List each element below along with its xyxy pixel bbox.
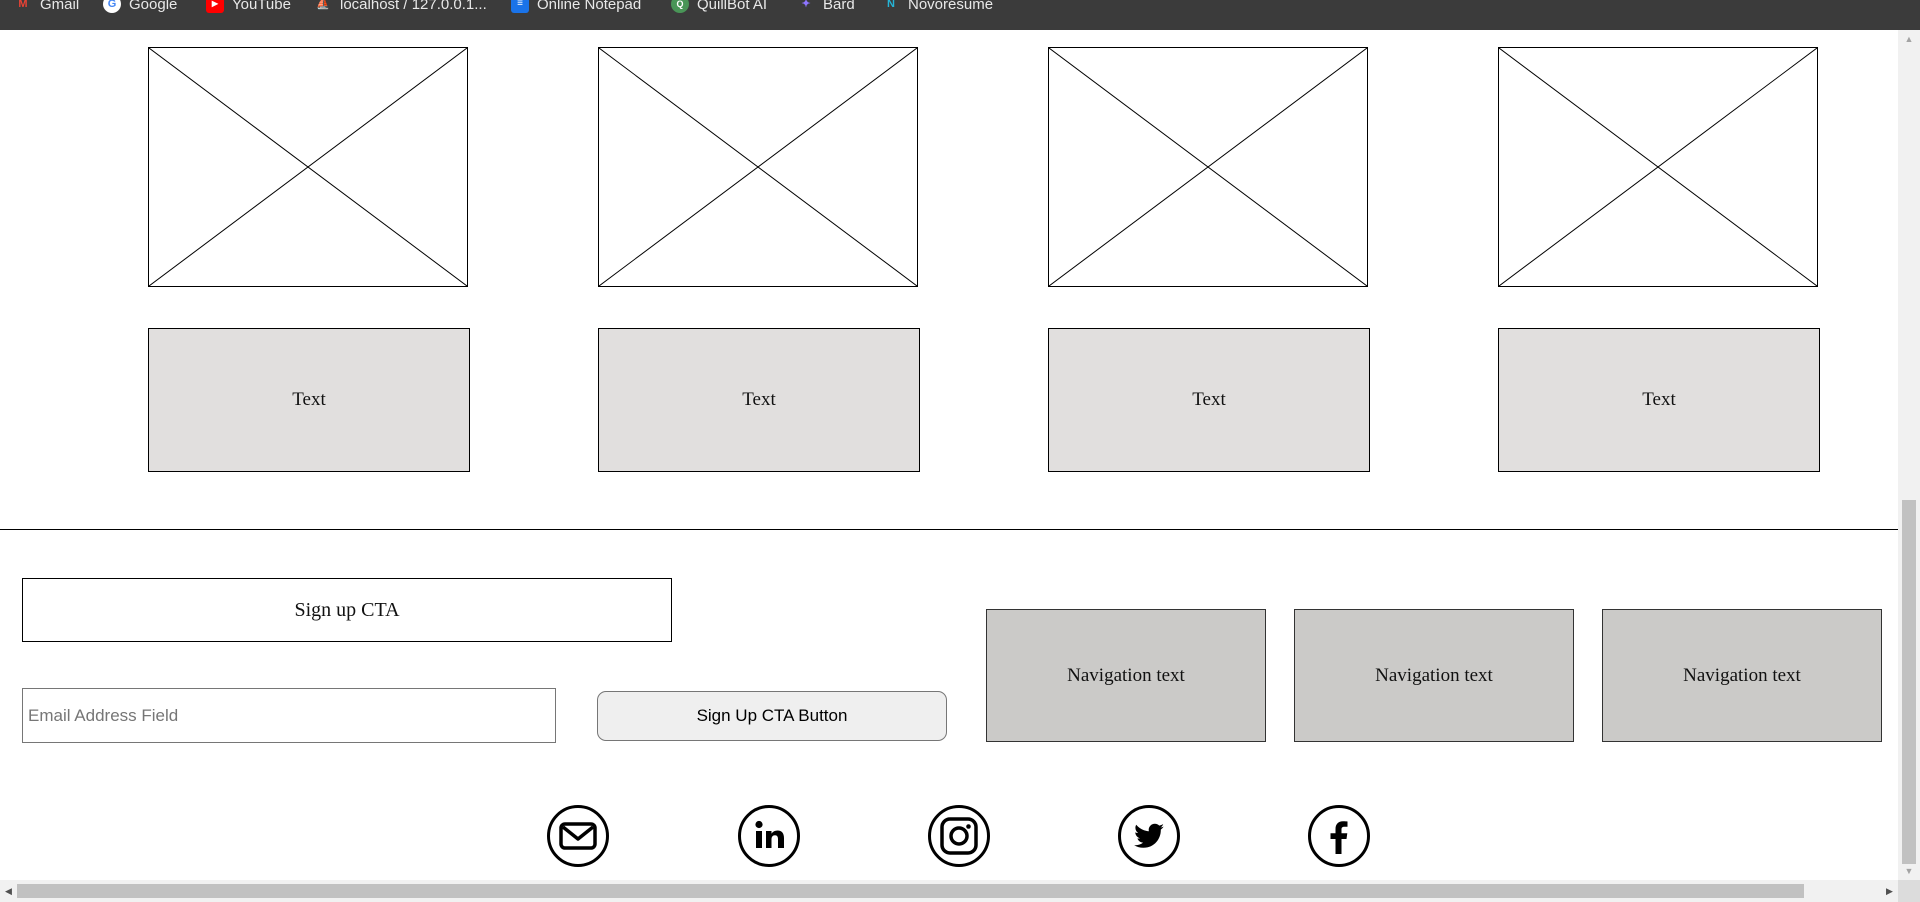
mail-icon[interactable]: [546, 804, 610, 868]
scroll-right-arrow-icon[interactable]: ▶: [1881, 880, 1898, 902]
phpmyadmin-icon: ⛵: [316, 0, 330, 10]
bard-icon: ✦: [801, 0, 811, 10]
gmail-icon: M: [18, 0, 28, 10]
bookmark-novoresume[interactable]: N Novorésumé: [882, 0, 993, 14]
scroll-up-arrow-icon[interactable]: ▲: [1898, 30, 1920, 48]
google-icon: G: [103, 0, 121, 13]
bookmark-online-notepad[interactable]: ≡ Online Notepad: [511, 0, 641, 14]
vertical-scroll-thumb[interactable]: [1902, 500, 1916, 864]
email-field[interactable]: [22, 688, 556, 743]
facebook-icon[interactable]: [1307, 804, 1371, 868]
placeholder-cross-icon: [1499, 48, 1817, 286]
product-image-placeholder: [148, 47, 468, 287]
bookmark-label: QuillBot AI: [697, 0, 768, 13]
section-divider: [0, 529, 1898, 530]
notepad-icon: ≡: [511, 0, 529, 13]
youtube-icon: ▶: [206, 0, 224, 13]
vertical-scrollbar[interactable]: ▲ ▼: [1898, 30, 1920, 880]
instagram-icon[interactable]: [927, 804, 991, 868]
bookmark-label: Novorésumé: [908, 0, 994, 13]
product-text-box: Text: [148, 328, 470, 472]
bookmark-label: Google: [129, 0, 178, 13]
horizontal-scroll-thumb[interactable]: [17, 884, 1804, 898]
bookmark-localhost[interactable]: ⛵ localhost / 127.0.0.1...: [314, 0, 487, 14]
linkedin-icon[interactable]: [737, 804, 801, 868]
page-content: Text Text Text Text Sign up CTA Sign Up …: [0, 30, 1898, 880]
bookmark-bard[interactable]: ✦ Bard: [797, 0, 855, 14]
twitter-icon[interactable]: [1117, 804, 1181, 868]
footer-nav-link[interactable]: Navigation text: [986, 609, 1266, 742]
bookmark-label: Gmail: [40, 0, 80, 13]
bookmark-label: localhost / 127.0.0.1...: [340, 0, 487, 13]
horizontal-scrollbar[interactable]: ◀ ▶: [0, 880, 1898, 902]
bookmark-youtube[interactable]: ▶ YouTube: [206, 0, 291, 14]
product-text-box: Text: [1498, 328, 1820, 472]
product-text-box: Text: [598, 328, 920, 472]
bookmark-google[interactable]: G Google: [103, 0, 177, 14]
product-image-placeholder: [598, 47, 918, 287]
footer-nav-link[interactable]: Navigation text: [1294, 609, 1574, 742]
quillbot-icon: Q: [671, 0, 689, 13]
product-image-placeholder: [1048, 47, 1368, 287]
scroll-down-arrow-icon[interactable]: ▼: [1898, 862, 1920, 880]
placeholder-cross-icon: [1049, 48, 1367, 286]
placeholder-cross-icon: [599, 48, 917, 286]
product-text-box: Text: [1048, 328, 1370, 472]
scrollbar-corner: [1898, 880, 1920, 902]
bookmark-label: Online Notepad: [537, 0, 642, 13]
placeholder-cross-icon: [149, 48, 467, 286]
bookmark-label: YouTube: [232, 0, 291, 13]
product-image-placeholder: [1498, 47, 1818, 287]
bookmark-gmail[interactable]: M Gmail: [14, 0, 79, 14]
footer-nav-link[interactable]: Navigation text: [1602, 609, 1882, 742]
signup-cta-heading: Sign up CTA: [22, 578, 672, 642]
bookmark-label: Bard: [823, 0, 855, 13]
novoresume-icon: N: [887, 0, 895, 10]
signup-cta-button[interactable]: Sign Up CTA Button: [597, 691, 947, 741]
bookmarks-bar: M Gmail G Google ▶ YouTube ⛵ localhost /…: [0, 0, 1920, 30]
scroll-left-arrow-icon[interactable]: ◀: [0, 880, 17, 902]
bookmark-quillbot[interactable]: Q QuillBot AI: [671, 0, 767, 14]
